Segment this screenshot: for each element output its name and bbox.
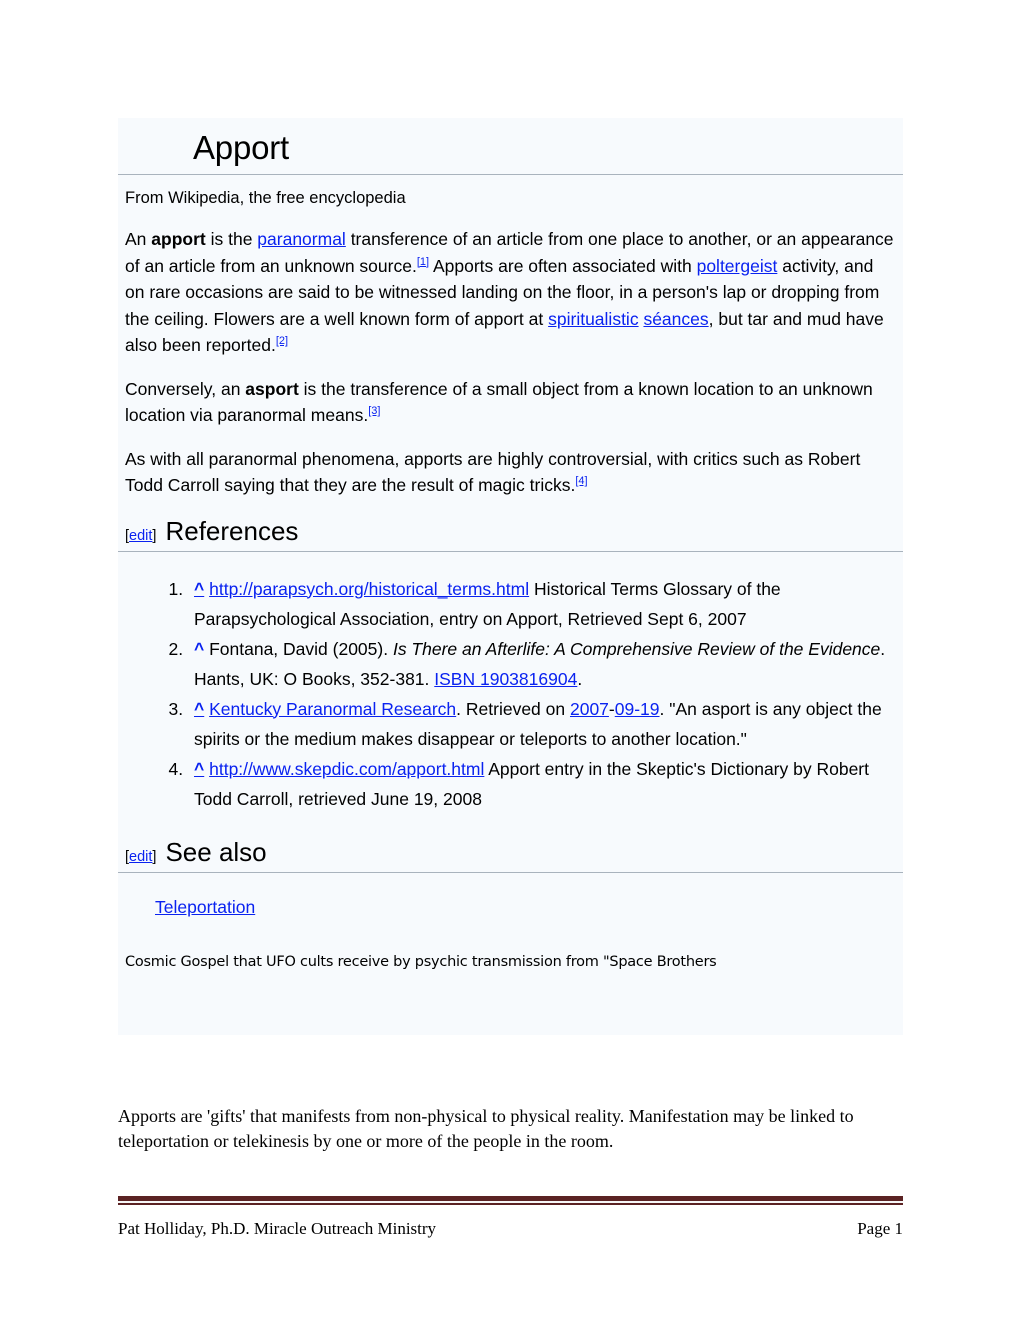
text-fragment: An: [125, 229, 152, 249]
text-fragment: is the: [205, 229, 258, 249]
section-title-references: References: [165, 515, 299, 546]
reference-url-skepdic[interactable]: http://www.skepdic.com/apport.html: [209, 759, 484, 779]
references-list: ^ http://parapsych.org/historical_terms.…: [118, 552, 903, 820]
text-fragment: As with all paranormal phenomena, apport…: [125, 448, 861, 496]
link-paranormal[interactable]: paranormal: [257, 229, 346, 249]
edit-link-label[interactable]: edit: [129, 528, 152, 544]
backref-arrow-icon[interactable]: ^: [194, 579, 204, 599]
link-seances[interactable]: séances: [643, 309, 708, 329]
closing-paragraph: Apports are 'gifts' that manifests from …: [118, 1106, 854, 1151]
see-also-list-item: Teleportation: [125, 895, 893, 919]
reference-text: .: [577, 668, 583, 689]
reference-item-2: ^ Fontana, David (2005). Is There an Aft…: [188, 634, 891, 694]
term-apport: apport: [151, 229, 206, 249]
term-asport: asport: [245, 378, 299, 399]
reference-link[interactable]: [2]: [276, 335, 288, 347]
edit-link-label[interactable]: edit: [129, 849, 152, 865]
reference-marker-1[interactable]: [1]: [417, 256, 429, 268]
reference-link[interactable]: [3]: [368, 405, 380, 417]
link-kentucky-paranormal-research[interactable]: Kentucky Paranormal Research: [209, 699, 456, 719]
text-fragment: Conversely, an: [125, 378, 246, 399]
intro-paragraph-3: As with all paranormal phenomena, apport…: [118, 429, 903, 499]
reference-url-parapsych[interactable]: http://parapsych.org/historical_terms.ht…: [209, 579, 529, 599]
section-title-see-also: See also: [165, 836, 267, 867]
link-spiritualistic[interactable]: spiritualistic: [548, 309, 638, 329]
wiki-article-block: Apport From Wikipedia, the free encyclop…: [118, 118, 903, 1035]
wikipedia-tagline: From Wikipedia, the free encyclopedia: [125, 189, 406, 207]
reference-title-italic: Is There an Afterlife: A Comprehensive R…: [392, 638, 881, 659]
footer-page-number: Page 1: [857, 1219, 903, 1238]
edit-section-references[interactable]: [edit]: [125, 528, 156, 544]
link-poltergeist[interactable]: poltergeist: [697, 256, 778, 276]
text-fragment: Apports are often associated with: [429, 255, 697, 276]
link-date-monthday[interactable]: 09-19: [615, 699, 660, 719]
page-footer: Pat Holliday, Ph.D. Miracle Outreach Min…: [118, 1196, 903, 1240]
backref-arrow-icon[interactable]: ^: [194, 699, 204, 719]
reference-item-3: ^ Kentucky Paranormal Research. Retrieve…: [188, 694, 891, 754]
reference-link[interactable]: [4]: [575, 475, 587, 487]
intro-paragraph-1: An apport is the paranormal transference…: [118, 209, 903, 359]
isbn-link[interactable]: ISBN 1903816904: [434, 669, 577, 689]
edit-section-see-also[interactable]: [edit]: [125, 849, 156, 865]
references-heading: [edit] References: [118, 499, 903, 549]
reference-text: . Retrieved on: [456, 698, 570, 719]
document-page: Apport From Wikipedia, the free encyclop…: [0, 0, 1020, 1320]
reference-marker-4[interactable]: [4]: [575, 475, 587, 487]
see-also-content: Teleportation Cosmic Gospel that UFO cul…: [118, 873, 903, 973]
page-title: Apport: [193, 129, 290, 166]
see-also-heading: [edit] See also: [118, 820, 903, 870]
cosmic-gospel-note: Cosmic Gospel that UFO cults receive by …: [125, 953, 717, 970]
reference-marker-2[interactable]: [2]: [276, 335, 288, 347]
intro-paragraph-2: Conversely, an asport is the transferenc…: [118, 359, 903, 429]
block-bottom-spacer: [118, 973, 903, 1035]
reference-link[interactable]: [1]: [417, 256, 429, 268]
footer-left-text: Pat Holliday, Ph.D. Miracle Outreach Min…: [118, 1219, 437, 1238]
footer-row: Pat Holliday, Ph.D. Miracle Outreach Min…: [118, 1205, 903, 1240]
reference-item-4: ^ http://www.skepdic.com/apport.html App…: [188, 754, 891, 814]
reference-item-1: ^ http://parapsych.org/historical_terms.…: [188, 574, 891, 634]
link-teleportation[interactable]: Teleportation: [155, 897, 255, 917]
link-date-year[interactable]: 2007: [570, 699, 609, 719]
backref-arrow-icon[interactable]: ^: [194, 639, 204, 659]
bracket-close: ]: [152, 848, 157, 865]
backref-arrow-icon[interactable]: ^: [194, 759, 204, 779]
reference-text: Fontana, David (2005).: [204, 638, 393, 659]
reference-marker-3[interactable]: [3]: [368, 405, 380, 417]
bracket-close: ]: [152, 527, 157, 544]
